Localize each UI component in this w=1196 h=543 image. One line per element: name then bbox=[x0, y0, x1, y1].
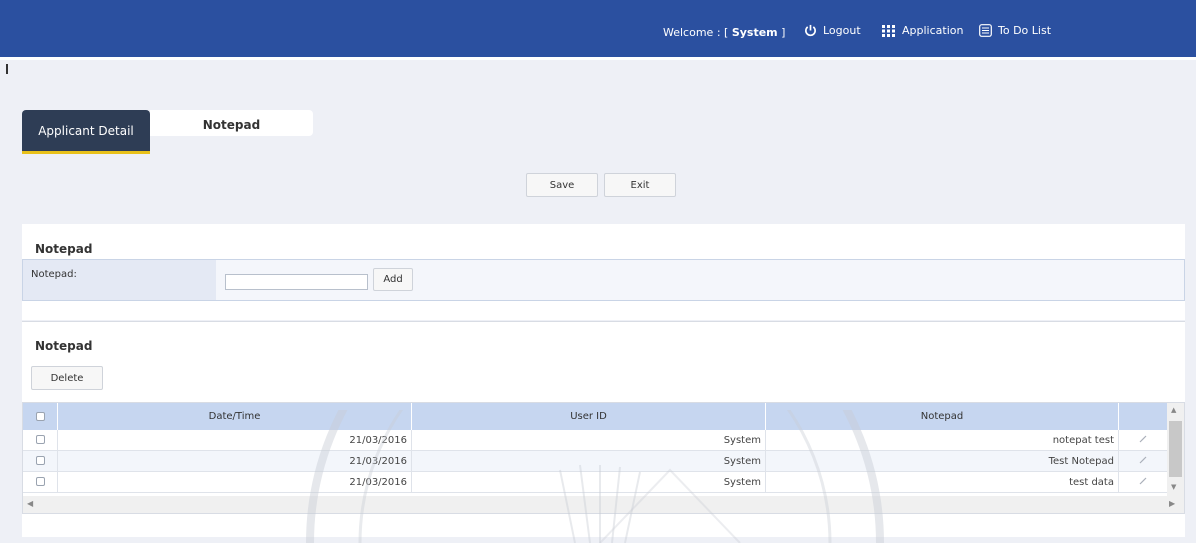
todo-label: To Do List bbox=[998, 24, 1052, 37]
column-header-user-id[interactable]: User ID bbox=[411, 403, 766, 430]
add-button[interactable]: Add bbox=[373, 268, 413, 291]
save-button[interactable]: Save bbox=[526, 173, 598, 197]
column-header-edit bbox=[1118, 403, 1168, 430]
header-divider bbox=[0, 57, 1196, 60]
welcome-text: Welcome : [ System ] bbox=[663, 26, 785, 39]
cell-notepad: test data bbox=[765, 471, 1119, 493]
welcome-user: System bbox=[731, 26, 778, 39]
edit-pencil-icon[interactable] bbox=[1138, 434, 1148, 444]
application-link[interactable]: Application bbox=[882, 24, 963, 37]
select-all-checkbox[interactable] bbox=[35, 411, 45, 421]
table-row[interactable]: 21/03/2016 System test data bbox=[23, 471, 1168, 493]
text-cursor-mark bbox=[6, 64, 8, 74]
column-header-notepad[interactable]: Notepad bbox=[765, 403, 1119, 430]
notepad-input[interactable] bbox=[225, 274, 368, 290]
notepad-label-cell: Notepad: bbox=[23, 260, 216, 300]
row-checkbox[interactable] bbox=[35, 477, 45, 486]
row-select-cell bbox=[23, 450, 58, 472]
cell-datetime: 21/03/2016 bbox=[57, 471, 412, 493]
vertical-scroll-thumb[interactable] bbox=[1169, 421, 1182, 477]
row-checkbox[interactable] bbox=[35, 456, 45, 465]
top-header: Welcome : [ System ] Logout Application … bbox=[0, 0, 1196, 57]
todo-link[interactable]: To Do List bbox=[979, 24, 1051, 37]
notepad-form-row: Notepad: Add bbox=[22, 259, 1185, 301]
cell-notepad: Test Notepad bbox=[765, 450, 1119, 472]
row-select-cell bbox=[23, 430, 58, 451]
exit-button[interactable]: Exit bbox=[604, 173, 676, 197]
scroll-right-arrow-icon[interactable]: ▶ bbox=[1169, 499, 1175, 508]
table-header-row: Date/Time User ID Notepad bbox=[23, 403, 1168, 430]
application-label: Application bbox=[902, 24, 964, 37]
tab-applicant-detail-label: Applicant Detail bbox=[38, 123, 134, 138]
grid-dots-icon bbox=[882, 24, 895, 37]
edit-pencil-icon[interactable] bbox=[1138, 455, 1148, 465]
cell-edit bbox=[1118, 471, 1168, 493]
cell-datetime: 21/03/2016 bbox=[57, 430, 412, 451]
notepad-list-title: Notepad bbox=[35, 339, 93, 353]
tab-notepad-label: Notepad bbox=[202, 118, 261, 132]
welcome-suffix: ] bbox=[781, 26, 786, 39]
notepad-table: Date/Time User ID Notepad 21/03/2016 Sys… bbox=[23, 403, 1168, 493]
logout-label: Logout bbox=[823, 24, 861, 37]
scroll-left-arrow-icon[interactable]: ◀ bbox=[27, 499, 33, 508]
cell-datetime: 21/03/2016 bbox=[57, 450, 412, 472]
list-icon bbox=[979, 24, 992, 37]
row-select-cell bbox=[23, 471, 58, 493]
notepad-form-title: Notepad bbox=[35, 242, 93, 256]
tab-applicant-detail[interactable]: Applicant Detail bbox=[22, 110, 150, 154]
table-row[interactable]: 21/03/2016 System Test Notepad bbox=[23, 450, 1168, 472]
row-checkbox[interactable] bbox=[35, 435, 45, 444]
edit-pencil-icon[interactable] bbox=[1138, 476, 1148, 486]
column-header-datetime[interactable]: Date/Time bbox=[57, 403, 412, 430]
cell-notepad: notepat test bbox=[765, 430, 1119, 451]
cell-edit bbox=[1118, 450, 1168, 472]
welcome-prefix: Welcome : [ bbox=[663, 26, 729, 39]
vertical-scrollbar[interactable]: ▲ ▼ bbox=[1167, 403, 1184, 496]
table-row[interactable]: 21/03/2016 System notepat test bbox=[23, 430, 1168, 451]
cell-user-id: System bbox=[411, 471, 766, 493]
notepad-field-label: Notepad: bbox=[31, 269, 77, 280]
horizontal-scrollbar[interactable]: ◀ ▶ bbox=[23, 496, 1184, 513]
select-all-cell bbox=[23, 403, 58, 430]
logout-link[interactable]: Logout bbox=[804, 24, 861, 37]
delete-button[interactable]: Delete bbox=[31, 366, 103, 390]
power-icon bbox=[805, 24, 816, 37]
cell-edit bbox=[1118, 430, 1168, 451]
cell-user-id: System bbox=[411, 430, 766, 451]
tab-notepad[interactable]: Notepad bbox=[150, 110, 313, 136]
scroll-up-arrow-icon[interactable]: ▲ bbox=[1171, 406, 1176, 414]
scroll-down-arrow-icon[interactable]: ▼ bbox=[1171, 483, 1176, 491]
notepad-grid: Date/Time User ID Notepad 21/03/2016 Sys… bbox=[22, 402, 1185, 514]
cell-user-id: System bbox=[411, 450, 766, 472]
